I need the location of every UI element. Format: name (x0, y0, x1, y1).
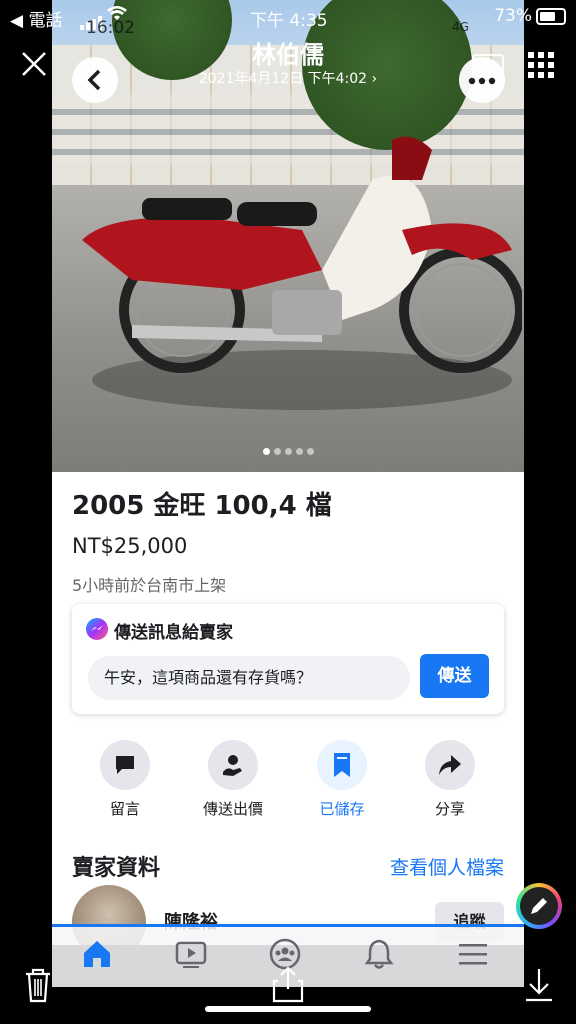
more-dots-icon (468, 77, 496, 85)
listing-meta: 5小時前於台南市上架 (72, 576, 227, 595)
download-icon[interactable] (521, 965, 557, 1005)
listing-title: 2005 金旺 100,4 檔 (72, 491, 332, 521)
pencil-icon (531, 898, 547, 914)
motorcycle-image (82, 136, 522, 373)
status-time: 下午 4:35 (250, 11, 328, 31)
send-offer-action[interactable]: 傳送出價 (183, 740, 283, 819)
share-upload-icon[interactable] (270, 965, 306, 1005)
listing-price: NT$25,000 (72, 534, 188, 558)
messenger-icon (86, 618, 108, 640)
more-button[interactable] (459, 57, 505, 103)
seller-heading: 賣家資料 (72, 856, 161, 881)
grid-icon[interactable] (528, 52, 554, 78)
saved-action[interactable]: 已儲存 (292, 740, 392, 819)
comment-icon (100, 740, 150, 790)
battery-percent: 73% (494, 6, 532, 26)
home-indicator (205, 1006, 371, 1012)
action-row: 留言 傳送出價 已儲存 分享 (52, 740, 524, 820)
video-icon[interactable] (174, 937, 214, 977)
bookmark-icon (317, 740, 367, 790)
share-label: 分享 (434, 800, 465, 818)
chevron-left-icon (87, 69, 101, 91)
status-bar: ◀ 電話 下午 4:35 16:02 4G 73% (0, 0, 576, 38)
saved-label: 已儲存 (319, 800, 365, 818)
photo-viewer: 2005 金旺 100,4 檔 NT$25,000 5小時前於台南市上架 傳送訊… (0, 0, 576, 1024)
battery-icon (536, 8, 566, 25)
share-action[interactable]: 分享 (400, 740, 500, 819)
message-heading: 傳送訊息給賣家 (114, 623, 233, 643)
view-profile-link[interactable]: 查看個人檔案 (390, 853, 504, 880)
trash-icon[interactable] (20, 965, 56, 1005)
back-button[interactable] (72, 57, 118, 103)
send-offer-label: 傳送出價 (202, 800, 263, 818)
send-button[interactable]: 傳送 (420, 654, 489, 698)
comment-action[interactable]: 留言 (75, 740, 175, 819)
carrier-label: ◀ 電話 (10, 11, 63, 31)
screenshot-content: 2005 金旺 100,4 檔 NT$25,000 5小時前於台南市上架 傳送訊… (52, 0, 524, 945)
message-seller-card: 傳送訊息給賣家 午安，這項商品還有存貨嗎？ 傳送 (72, 604, 504, 714)
home-icon[interactable] (80, 937, 120, 977)
message-input[interactable]: 午安，這項商品還有存貨嗎？ (88, 656, 410, 700)
image-pager-dots (52, 440, 524, 459)
offer-icon (208, 740, 258, 790)
share-icon (425, 740, 475, 790)
menu-icon[interactable] (456, 937, 496, 977)
listing-info: 2005 金旺 100,4 檔 NT$25,000 5小時前於台南市上架 (72, 485, 512, 596)
comment-label: 留言 (109, 800, 140, 818)
notification-bell-icon[interactable] (362, 937, 402, 977)
markup-edit-button[interactable] (516, 883, 562, 929)
